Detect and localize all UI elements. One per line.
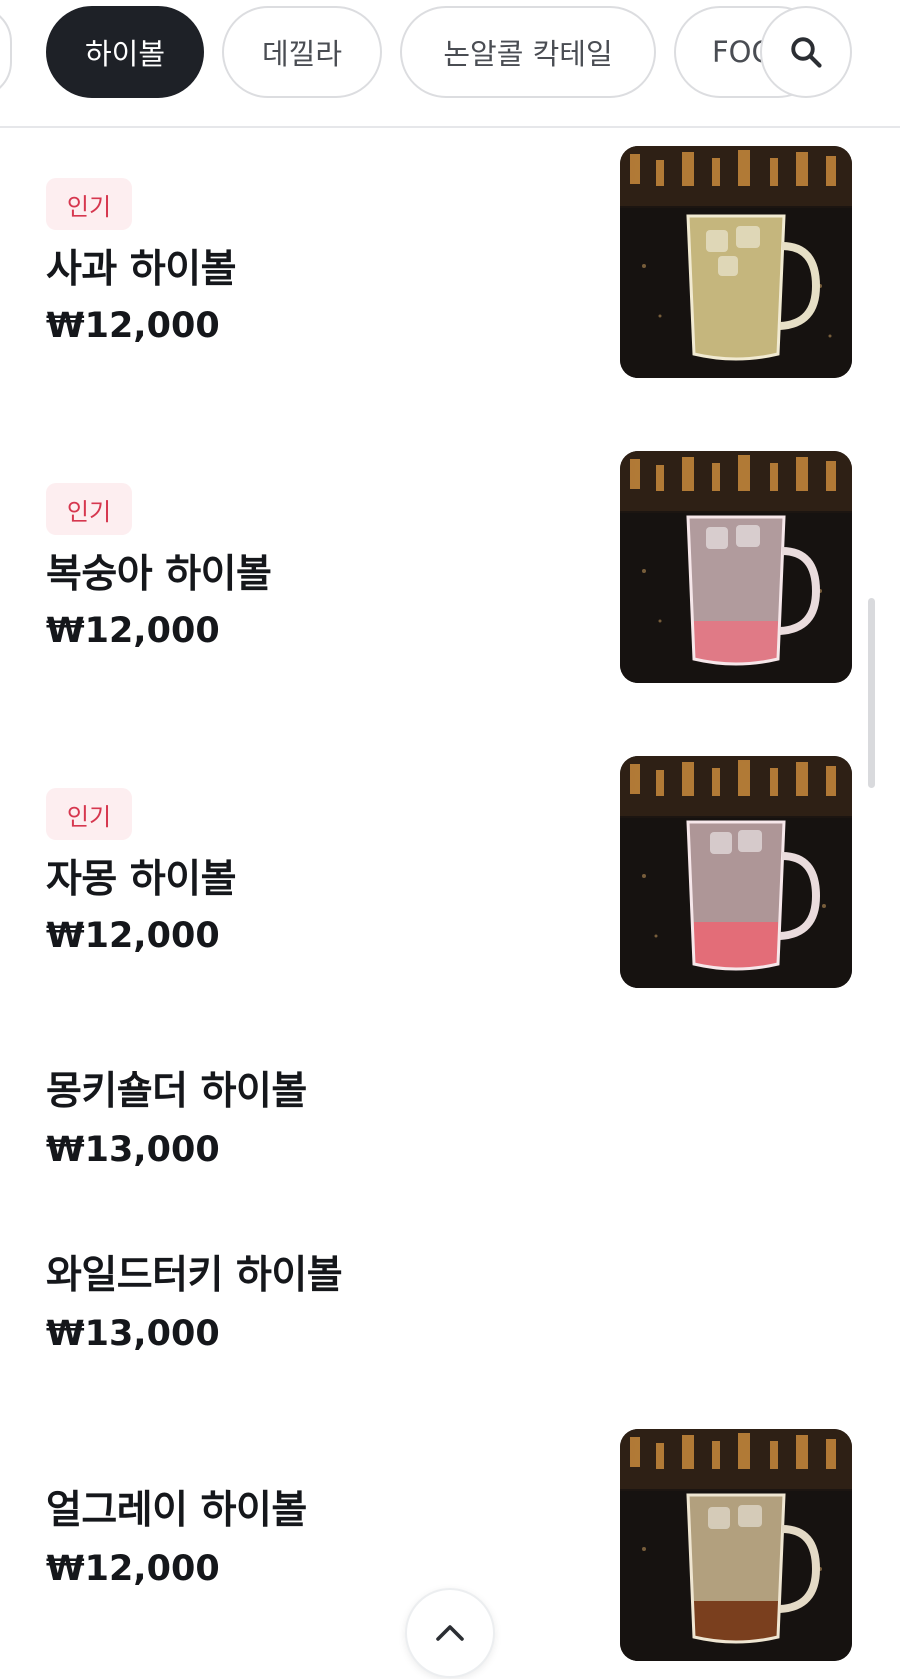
menu-item-name: 복숭아 하이볼	[46, 552, 272, 597]
scrollbar-thumb[interactable]	[868, 598, 875, 788]
menu-item[interactable]: 와일드터키 하이볼 ₩13,000	[0, 1234, 900, 1384]
tab-label: 하이볼	[84, 37, 166, 71]
tab-non-alcoholic-cocktail[interactable]: 논알콜 칵테일	[400, 6, 656, 98]
tab-label: 데낄라	[261, 37, 343, 71]
tab-partial-left[interactable]	[0, 6, 12, 98]
menu-item-name: 자몽 하이볼	[46, 857, 236, 902]
menu-item-price: ₩12,000	[46, 306, 220, 346]
menu-item-image	[620, 451, 852, 683]
popular-badge: 인기	[46, 483, 132, 535]
menu-item[interactable]: 인기 자몽 하이볼 ₩12,000	[0, 750, 900, 1010]
menu-item-name: 사과 하이볼	[46, 247, 236, 292]
category-tab-bar: 하이볼 데낄라 논알콜 칵테일 FOOD	[0, 0, 900, 128]
menu-item-price: ₩13,000	[46, 1314, 220, 1354]
menu-item-price: ₩12,000	[46, 1549, 220, 1589]
menu-item[interactable]: 인기 복숭아 하이볼 ₩12,000	[0, 445, 900, 705]
menu-item-image	[620, 1429, 852, 1661]
menu-item-image	[620, 756, 852, 988]
tab-tequila[interactable]: 데낄라	[222, 6, 382, 98]
menu-item-image	[620, 146, 852, 378]
menu-item-name: 몽키숄더 하이볼	[46, 1069, 307, 1114]
chevron-up-icon	[436, 1625, 464, 1641]
search-button[interactable]	[760, 6, 852, 98]
popular-badge: 인기	[46, 788, 132, 840]
menu-item-price: ₩13,000	[46, 1130, 220, 1170]
menu-page: 하이볼 데낄라 논알콜 칵테일 FOOD 인기 사과 하이볼 ₩12,000 인…	[0, 0, 900, 1679]
menu-item-name: 얼그레이 하이볼	[46, 1488, 307, 1533]
back-to-top-button[interactable]	[405, 1588, 495, 1678]
search-icon	[791, 37, 822, 68]
tab-highball[interactable]: 하이볼	[46, 6, 204, 98]
menu-item-price: ₩12,000	[46, 611, 220, 651]
menu-item-name: 와일드터키 하이볼	[46, 1253, 343, 1298]
popular-badge: 인기	[46, 178, 132, 230]
menu-item[interactable]: 인기 사과 하이볼 ₩12,000	[0, 140, 900, 400]
tab-label: 논알콜 칵테일	[443, 37, 613, 71]
menu-item-price: ₩12,000	[46, 916, 220, 956]
menu-item[interactable]: 몽키숄더 하이볼 ₩13,000	[0, 1050, 900, 1200]
